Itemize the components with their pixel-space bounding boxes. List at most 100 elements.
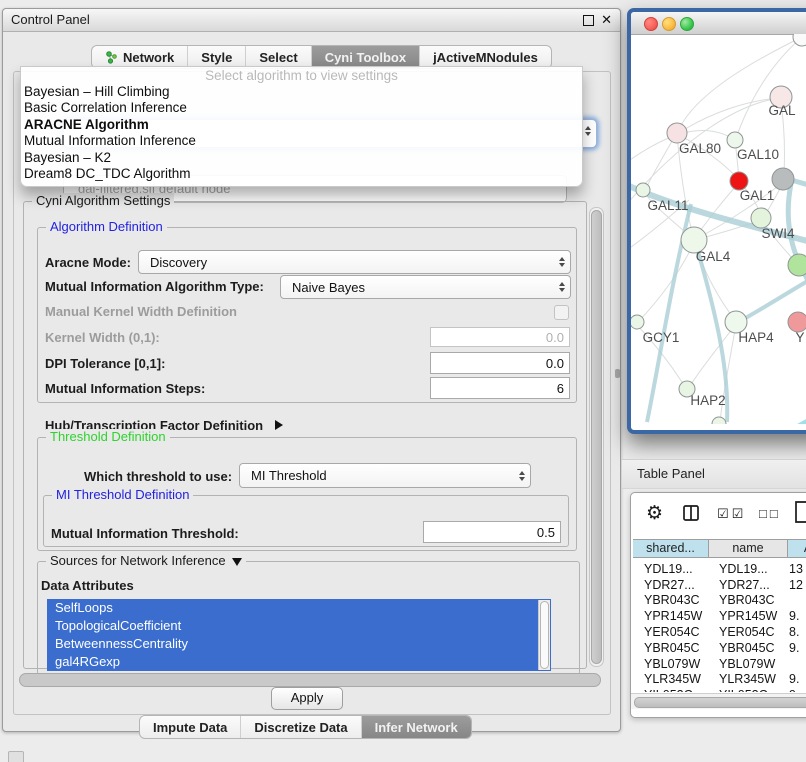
node-label: SWI4 <box>761 226 794 241</box>
mac-close-button[interactable] <box>644 17 658 31</box>
attribute-item[interactable]: BetweennessCentrality <box>47 635 551 653</box>
table-row[interactable]: YDL19...YDL19...13 <box>634 561 806 577</box>
network-canvas[interactable]: GALGAL80GAL10GAL1GAL11GAL4GCY1HAP4YHAP2S… <box>631 34 806 430</box>
mac-minimize-button[interactable] <box>662 17 676 31</box>
algorithm-item[interactable]: Bayesian – K2 <box>24 150 582 166</box>
which-threshold-label: Which threshold to use: <box>84 470 232 484</box>
table-row[interactable]: YBL079WYBL079W <box>634 656 806 672</box>
algorithm-item[interactable]: Mutual Information Inference <box>24 133 582 149</box>
group-title: Threshold Definition <box>46 429 170 444</box>
algorithm-item[interactable]: Dream8 DC_TDC Algorithm <box>24 166 582 182</box>
attribute-item[interactable]: gal4RGexp <box>47 653 551 671</box>
list-scrollbar[interactable] <box>538 600 550 670</box>
network-node-gal80[interactable] <box>667 123 687 143</box>
table-row[interactable]: YIL052CYIL052C9 <box>634 687 806 692</box>
table-cell: 9 <box>787 688 806 692</box>
network-node-gal10[interactable] <box>727 132 743 148</box>
mi-steps-label: Mutual Information Steps: <box>45 382 205 396</box>
tab-cyni-toolbox[interactable]: Cyni Toolbox <box>311 46 419 68</box>
network-window-titlebar[interactable] <box>631 12 806 35</box>
network-node-y[interactable] <box>788 312 806 332</box>
table-row[interactable]: YLR345WYLR345W9. <box>634 672 806 688</box>
close-icon[interactable]: ✕ <box>601 12 612 28</box>
data-attributes-label: Data Attributes <box>41 579 134 593</box>
columns-icon[interactable] <box>683 505 700 521</box>
attribute-item[interactable]: SelfLoops <box>47 599 551 617</box>
gear-icon[interactable]: ⚙ <box>646 502 663 525</box>
table-row[interactable]: YBR045CYBR045C9. <box>634 640 806 656</box>
network-node[interactable] <box>788 254 806 276</box>
network-node[interactable] <box>772 168 794 190</box>
tab-select[interactable]: Select <box>245 46 310 68</box>
column-header-shared-name[interactable]: shared... <box>633 540 709 557</box>
manual-kernel-label: Manual Kernel Width Definition <box>45 305 237 319</box>
apply-button[interactable]: Apply <box>271 687 343 710</box>
panel-divider-handle[interactable] <box>615 369 620 378</box>
float-window-icon[interactable] <box>583 15 594 26</box>
aracne-mode-combo[interactable]: Discovery <box>138 250 571 274</box>
network-node-gal1[interactable] <box>751 208 771 228</box>
network-node-gal11[interactable] <box>636 183 650 197</box>
column-header-name[interactable]: name <box>709 540 788 557</box>
table-cell: YBR043C <box>634 593 709 607</box>
table-horizontal-scrollbar[interactable] <box>631 693 806 709</box>
table-cell: YLR345W <box>634 672 709 686</box>
network-node[interactable] <box>793 34 806 46</box>
tab-impute-data[interactable]: Impute Data <box>140 716 240 738</box>
tab-infer-network[interactable]: Infer Network <box>361 716 471 738</box>
algorithm-item[interactable]: Basic Correlation Inference <box>24 100 582 116</box>
algorithm-item[interactable]: Bayesian – Hill Climbing <box>24 84 582 100</box>
tab-network[interactable]: Network <box>92 46 187 68</box>
table-cell: YDL19... <box>709 562 787 576</box>
node-label: GAL80 <box>679 141 721 156</box>
which-threshold-combo[interactable]: MI Threshold <box>239 463 531 488</box>
table-cell: YIL052C <box>634 688 709 692</box>
tab-style[interactable]: Style <box>187 46 245 68</box>
group-title: Algorithm Definition <box>46 219 167 234</box>
sources-toggle[interactable]: Sources for Network Inference <box>46 553 246 568</box>
select-all-checkboxes-icon[interactable]: ☑☑ <box>717 506 746 522</box>
node-label: GAL10 <box>737 147 779 162</box>
mi-threshold-field[interactable] <box>423 521 561 543</box>
tab-jactivemnodules[interactable]: jActiveMNodules <box>419 46 551 68</box>
aracne-mode-label: Aracne Mode: <box>45 256 131 270</box>
table-cell: YBR043C <box>709 593 787 607</box>
kernel-width-field[interactable] <box>430 327 570 347</box>
table-row[interactable]: YDR27...YDR27...12 <box>634 577 806 593</box>
node-label: GAL4 <box>696 249 731 264</box>
algorithm-item-selected[interactable]: ARACNE Algorithm <box>24 117 582 133</box>
stepper-arrows-icon <box>559 257 565 267</box>
node-label: GAL <box>768 103 796 118</box>
deselect-all-checkboxes-icon[interactable]: □□ <box>759 506 781 521</box>
settings-vertical-scrollbar[interactable] <box>589 207 604 667</box>
attribute-item[interactable]: TopologicalCoefficient <box>47 617 551 635</box>
table-cell: 9. <box>787 609 806 623</box>
node-label: GAL1 <box>740 188 775 203</box>
table-cell: YLR345W <box>709 672 787 686</box>
dpi-tolerance-label: DPI Tolerance [0,1]: <box>45 357 165 371</box>
table-panel-title: Table Panel <box>637 466 705 481</box>
node-label: HAP4 <box>738 330 774 345</box>
table-body: YDL19...YDL19...13YDR27...YDR27...12YBR0… <box>634 561 806 692</box>
table-cell: YPR145W <box>709 609 787 623</box>
table-row[interactable]: YPR145WYPR145W9. <box>634 608 806 624</box>
manual-kernel-checkbox[interactable] <box>554 305 569 320</box>
column-header-partial[interactable]: A <box>788 540 806 557</box>
mac-zoom-button[interactable] <box>680 17 694 31</box>
document-icon[interactable] <box>794 500 806 524</box>
network-window: GALGAL80GAL10GAL1GAL11GAL4GCY1HAP4YHAP2S… <box>627 8 806 434</box>
dpi-tolerance-field[interactable] <box>430 352 570 374</box>
settings-horizontal-scrollbar[interactable] <box>19 673 601 687</box>
mi-type-combo[interactable]: Naive Bayes <box>280 275 571 299</box>
network-node-gcy1[interactable] <box>631 315 644 329</box>
network-node[interactable] <box>712 417 726 424</box>
collapsed-arrow-icon <box>275 420 283 430</box>
algorithm-list: Bayesian – Hill Climbing Basic Correlati… <box>21 84 582 182</box>
corner-grip[interactable] <box>8 751 24 762</box>
stepper-arrows-icon <box>585 126 591 136</box>
tab-discretize-data[interactable]: Discretize Data <box>240 716 360 738</box>
table-row[interactable]: YER054CYER054C8. <box>634 624 806 640</box>
table-row[interactable]: YBR043CYBR043C <box>634 593 806 609</box>
mi-steps-field[interactable] <box>430 377 570 399</box>
control-panel-titlebar[interactable]: Control Panel ✕ <box>3 9 620 32</box>
